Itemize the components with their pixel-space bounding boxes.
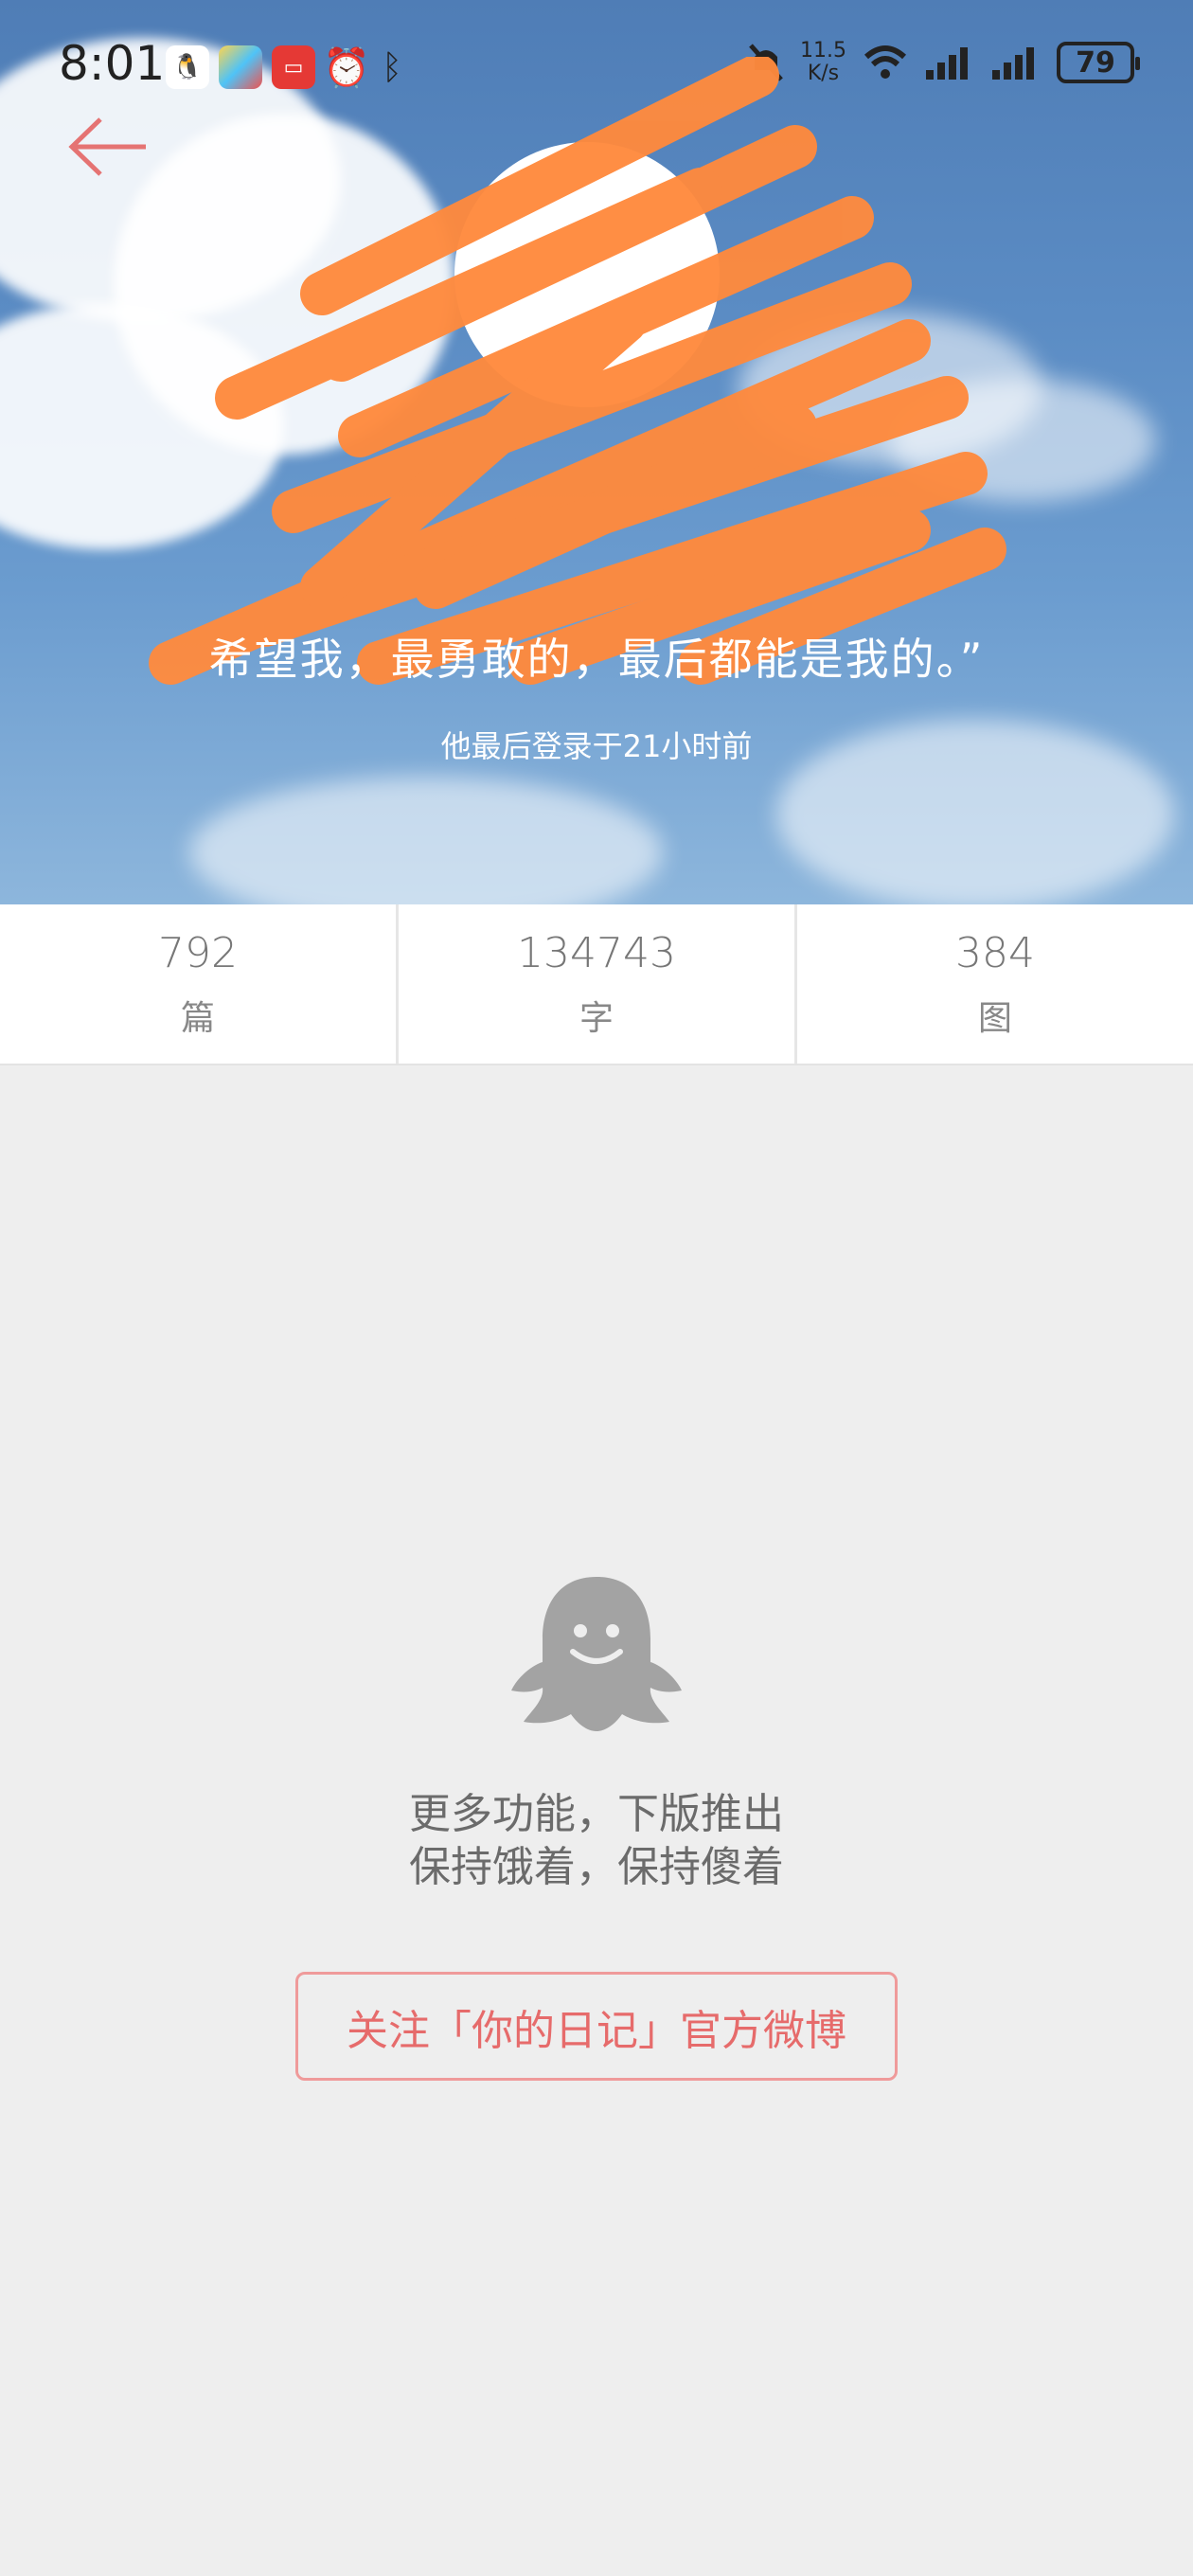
status-indicators: 11.5 K/s 79 <box>747 40 1140 85</box>
wifi-icon <box>864 45 907 79</box>
network-speed-value: 11.5 <box>800 39 846 63</box>
stats-bar: 792 篇 134743 字 384 图 <box>0 904 1193 1065</box>
follow-weibo-button[interactable]: 关注「你的日记」官方微博 <box>295 1972 898 2081</box>
profile-header: 8:01 🐧 ▭ ⏰ ᛒ 11.5 K/s 79 希望我，最勇敢的，最后都能是我… <box>0 0 1193 904</box>
qq-icon: 🐧 <box>166 45 209 89</box>
stat-words[interactable]: 134743 字 <box>399 904 797 1064</box>
cloud-decoration <box>890 379 1155 502</box>
ghost-icon <box>511 1577 682 1731</box>
reader-icon: ▭ <box>272 45 315 89</box>
stat-label: 篇 <box>180 998 215 1038</box>
stat-label: 字 <box>579 998 614 1038</box>
empty-state-line-2: 保持饿着，保持傻着 <box>409 1843 784 1891</box>
stat-value: 384 <box>955 928 1035 977</box>
stat-value: 134743 <box>517 928 676 977</box>
status-bar: 8:01 🐧 ▭ ⏰ ᛒ 11.5 K/s 79 <box>0 0 1193 133</box>
bluetooth-icon: ᛒ <box>382 47 402 87</box>
network-speed-unit: K/s <box>807 62 840 85</box>
stat-images[interactable]: 384 图 <box>797 904 1193 1064</box>
mute-icon <box>749 44 783 81</box>
app-icon <box>219 45 262 89</box>
last-login-text: 他最后登录于21小时前 <box>440 728 753 764</box>
stat-posts[interactable]: 792 篇 <box>0 904 399 1064</box>
back-arrow-icon[interactable] <box>66 114 151 180</box>
status-time: 8:01 <box>59 36 166 91</box>
signal-icon-2 <box>992 47 1034 80</box>
network-speed: 11.5 K/s <box>800 40 846 85</box>
battery-indicator: 79 <box>1057 42 1140 83</box>
alarm-icon: ⏰ <box>323 45 370 90</box>
stat-value: 792 <box>158 928 238 977</box>
empty-state-message: 更多功能，下版推出 保持饿着，保持傻着 <box>0 1788 1193 1894</box>
empty-state-line-1: 更多功能，下版推出 <box>409 1790 784 1838</box>
status-app-icons: 🐧 ▭ ⏰ ᛒ <box>166 45 406 90</box>
avatar[interactable] <box>454 142 720 407</box>
signal-icon <box>926 47 968 80</box>
cloud-decoration <box>189 777 663 904</box>
profile-motto: 希望我，最勇敢的，最后都能是我的。” <box>208 634 985 685</box>
stat-label: 图 <box>977 998 1012 1038</box>
